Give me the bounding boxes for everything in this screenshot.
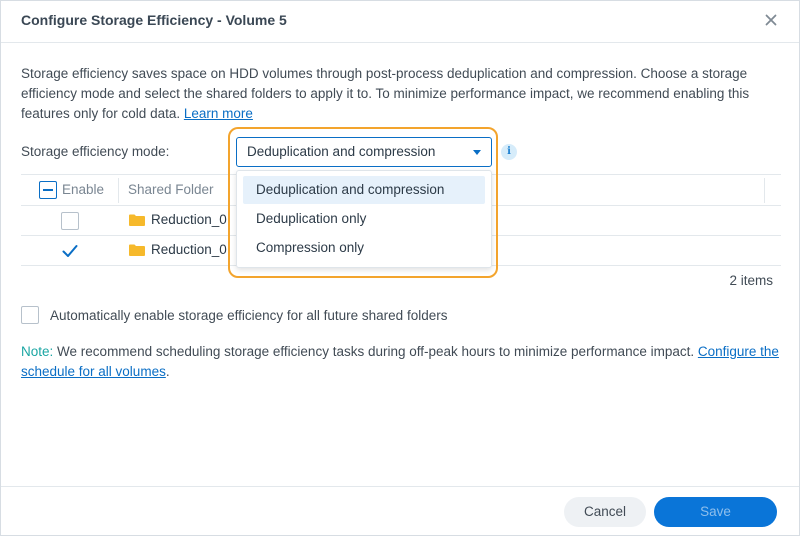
dropdown-option-compression-only[interactable]: Compression only (243, 234, 485, 262)
column-divider (118, 178, 119, 203)
chevron-down-icon (473, 150, 481, 155)
row-enable-checkbox[interactable] (61, 212, 79, 230)
folder-name: Reduction_0 (151, 212, 227, 227)
note-prefix: Note: (21, 344, 54, 359)
description-text: Storage efficiency saves space on HDD vo… (21, 66, 750, 121)
note-text: We recommend scheduling storage efficien… (57, 344, 695, 359)
auto-enable-checkbox[interactable] (21, 306, 39, 324)
efficiency-mode-dropdown: Deduplication and compression Deduplicat… (236, 170, 492, 268)
select-value: Deduplication and compression (247, 144, 436, 159)
folder-icon (129, 214, 145, 226)
dropdown-option-dedup-compression[interactable]: Deduplication and compression (243, 176, 485, 204)
dialog-footer: Cancel Save (1, 486, 799, 536)
column-header-enable: Enable (62, 182, 105, 197)
folder-name: Reduction_0 (151, 242, 227, 257)
dialog-title: Configure Storage Efficiency - Volume 5 (21, 12, 287, 28)
note: Note: We recommend scheduling storage ef… (21, 342, 781, 382)
checkmark-icon (62, 245, 78, 257)
cancel-button[interactable]: Cancel (564, 497, 646, 527)
folder-icon (129, 244, 145, 256)
close-icon[interactable] (763, 12, 779, 28)
column-divider (764, 178, 765, 203)
mode-label: Storage efficiency mode: (21, 144, 170, 159)
efficiency-mode-select[interactable]: Deduplication and compression (236, 137, 492, 167)
info-icon[interactable]: i (501, 144, 517, 160)
storage-efficiency-dialog: Configure Storage Efficiency - Volume 5 … (0, 0, 800, 536)
learn-more-link[interactable]: Learn more (184, 106, 253, 121)
save-button[interactable]: Save (654, 497, 777, 527)
description: Storage efficiency saves space on HDD vo… (21, 64, 781, 124)
auto-enable-label: Automatically enable storage efficiency … (50, 308, 448, 323)
row-enable-checkbox[interactable] (61, 242, 79, 260)
items-count: 2 items (729, 273, 773, 288)
note-suffix: . (165, 364, 170, 379)
dropdown-option-dedup-only[interactable]: Deduplication only (243, 205, 485, 233)
select-all-checkbox[interactable] (39, 181, 57, 199)
dialog-titlebar: Configure Storage Efficiency - Volume 5 (1, 1, 799, 43)
column-header-shared-folder: Shared Folder (128, 182, 214, 197)
